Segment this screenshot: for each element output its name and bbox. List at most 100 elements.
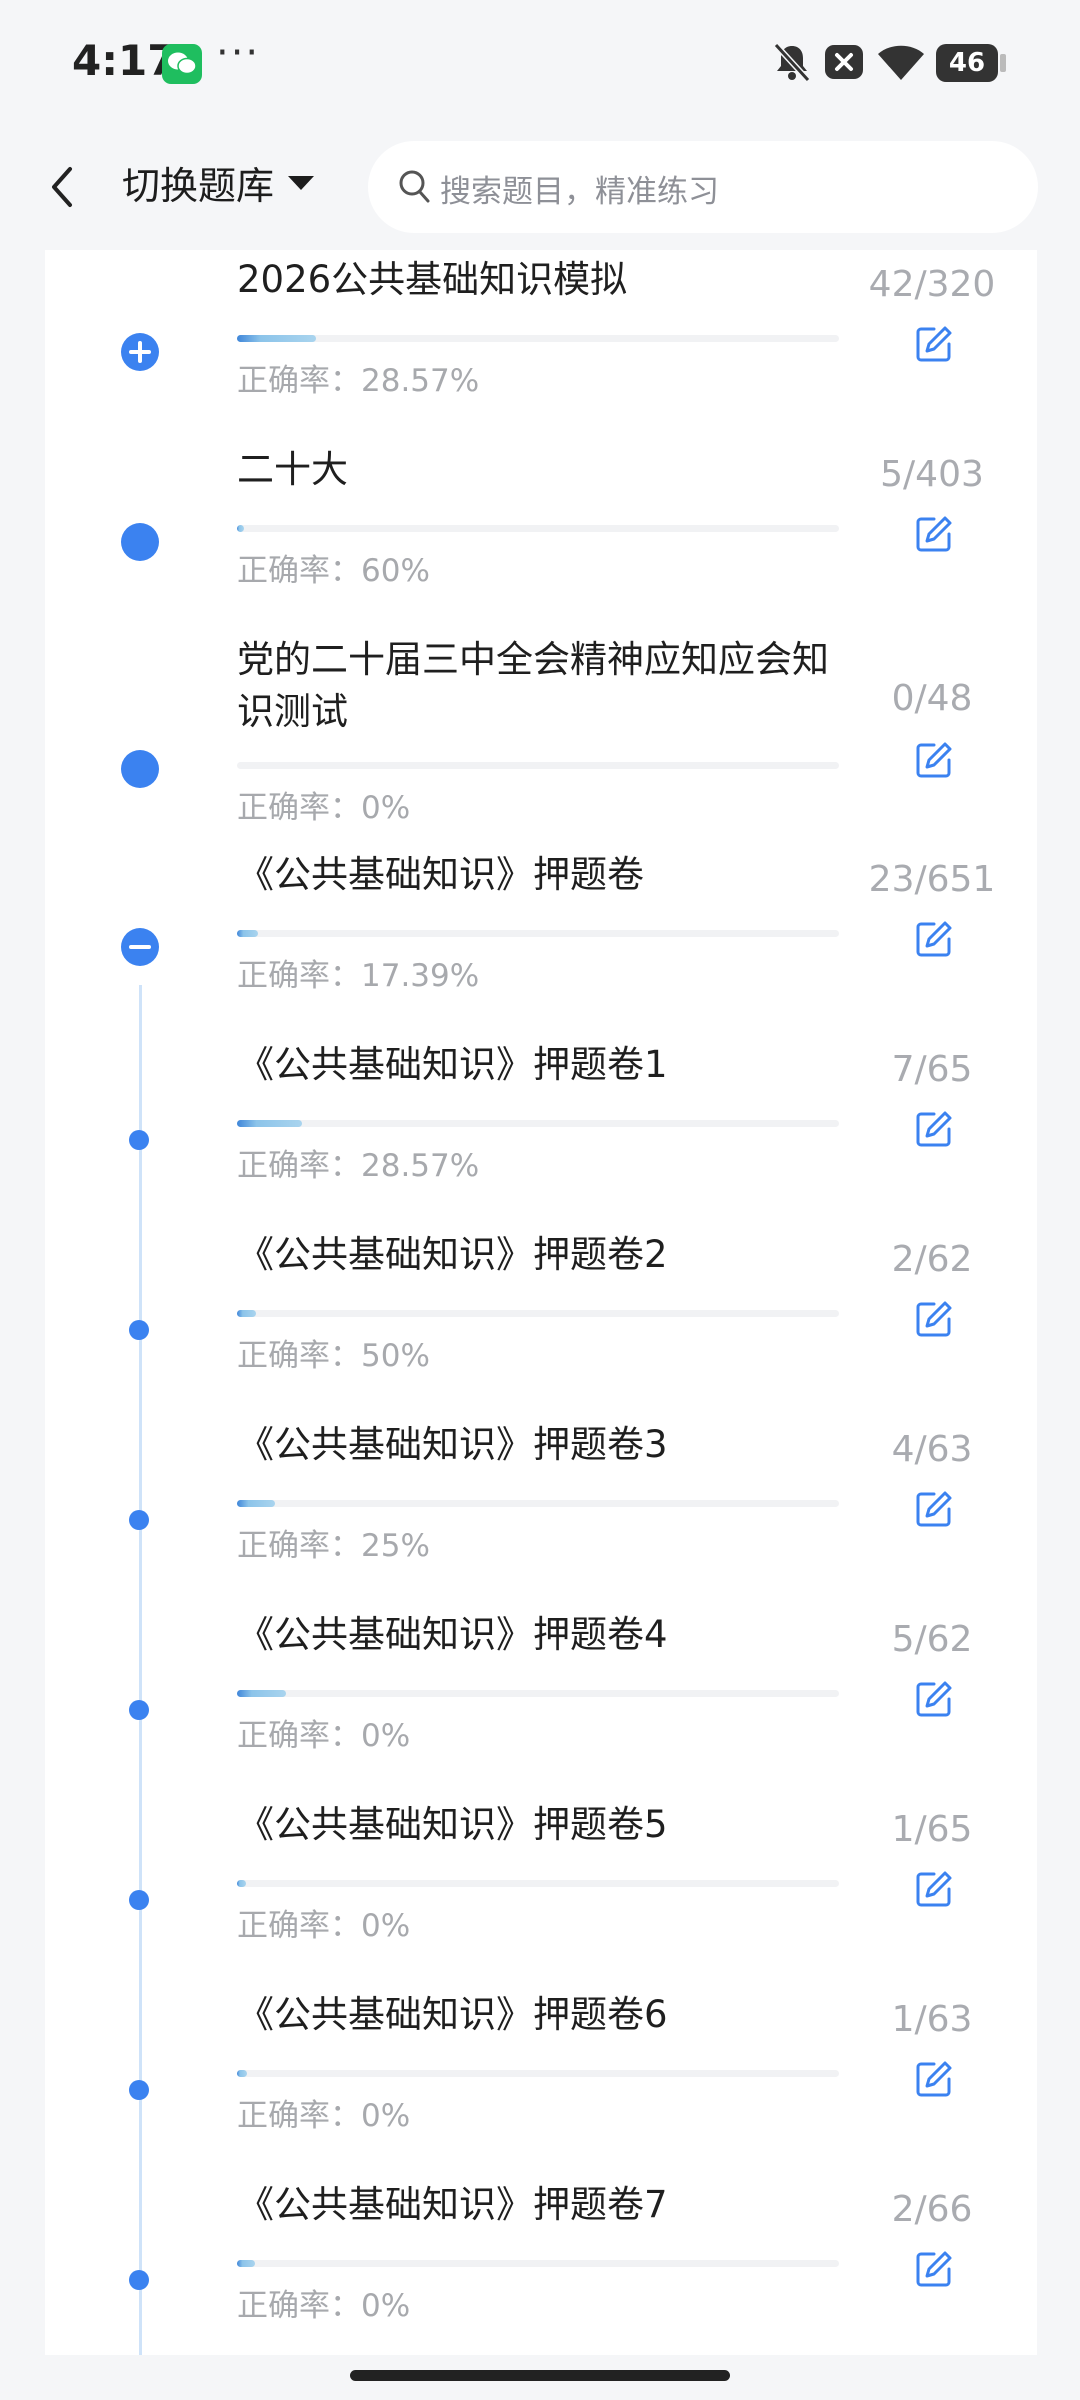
edit-practice-icon[interactable] xyxy=(914,1679,954,1719)
progress-fill xyxy=(237,1120,303,1127)
expand-plus-icon[interactable] xyxy=(121,333,159,371)
item-title: 《公共基础知识》押题卷3 xyxy=(237,1423,668,1466)
accuracy-text: 正确率：60% xyxy=(237,553,430,589)
item-title: 《公共基础知识》押题卷6 xyxy=(237,1993,668,2036)
progress-fill xyxy=(237,1690,286,1697)
progress-count: 23/651 xyxy=(868,859,996,900)
edit-practice-icon[interactable] xyxy=(914,1489,954,1529)
progress-count: 0/48 xyxy=(891,678,973,719)
timeline-dot xyxy=(121,523,159,561)
caret-down-icon[interactable] xyxy=(288,176,314,190)
list-item[interactable]: 《公共基础知识》押题卷正确率：17.39% 23/651 xyxy=(45,845,1037,1035)
progress-bar xyxy=(237,1500,839,1507)
accuracy-text: 正确率：17.39% xyxy=(237,958,480,994)
list-item[interactable]: 《公共基础知识》押题卷4 正确率：0% 5/62 xyxy=(45,1605,1037,1795)
progress-bar xyxy=(237,762,839,769)
wifi-icon xyxy=(876,40,926,88)
progress-fill xyxy=(237,1880,247,1887)
edit-practice-icon[interactable] xyxy=(914,324,954,364)
list-item[interactable]: 《公共基础知识》押题卷7 正确率：0% 2/66 xyxy=(45,2175,1037,2355)
progress-count: 4/63 xyxy=(891,1429,973,1470)
item-title: 《公共基础知识》押题卷1 xyxy=(237,1043,668,1086)
list-item[interactable]: 《公共基础知识》押题卷2 正确率：50% 2/62 xyxy=(45,1225,1037,1415)
item-title: 《公共基础知识》押题卷2 xyxy=(237,1233,668,1276)
search-placeholder: 搜索题目，精准练习 xyxy=(440,174,719,210)
edit-practice-icon[interactable] xyxy=(914,514,954,554)
progress-count: 2/66 xyxy=(891,2189,973,2230)
edit-practice-icon[interactable] xyxy=(914,1869,954,1909)
accuracy-text: 正确率：50% xyxy=(237,1338,430,1374)
progress-count: 1/63 xyxy=(891,1999,973,2040)
item-title: 党的二十届三中全会精神应知应会知识测试 xyxy=(237,638,829,733)
progress-fill xyxy=(237,2070,247,2077)
progress-count: 5/62 xyxy=(891,1619,973,1660)
progress-fill xyxy=(237,1310,257,1317)
item-title: 《公共基础知识》押题卷4 xyxy=(237,1613,668,1656)
item-title: 二十大 xyxy=(237,448,348,491)
accuracy-text: 正确率：0% xyxy=(237,2098,411,2134)
switch-bank-button[interactable]: 切换题库 xyxy=(122,155,274,210)
wechat-icon xyxy=(162,44,202,84)
progress-fill xyxy=(237,930,259,937)
edit-practice-icon[interactable] xyxy=(914,919,954,959)
more-notifications-dots: ··· xyxy=(216,30,261,76)
header: 切换题库 搜索题目，精准练习 xyxy=(0,125,1080,250)
edit-practice-icon[interactable] xyxy=(914,1109,954,1149)
question-bank-list: 2026公共基础知识模拟 正确率：28.57% 42/320 二十大 正确率：60% 5/… xyxy=(45,250,1037,2355)
accuracy-text: 正确率：28.57% xyxy=(237,1148,480,1184)
progress-count: 7/65 xyxy=(891,1049,973,1090)
list-item[interactable]: 《公共基础知识》押题卷5 正确率：0% 1/65 xyxy=(45,1795,1037,1985)
timeline-dot xyxy=(129,1130,149,1150)
progress-bar xyxy=(237,335,839,342)
progress-fill xyxy=(237,2260,256,2267)
list-item[interactable]: 《公共基础知识》押题卷3 正确率：25% 4/63 xyxy=(45,1415,1037,1605)
collapse-minus-icon[interactable] xyxy=(121,928,159,966)
progress-fill xyxy=(237,1500,275,1507)
progress-bar xyxy=(237,1310,839,1317)
progress-count: 5/403 xyxy=(880,454,984,495)
edit-practice-icon[interactable] xyxy=(914,740,954,780)
progress-fill xyxy=(237,525,245,532)
list-item[interactable]: 党的二十届三中全会精神应知应会知识测试 正确率：0% 0/48 xyxy=(45,630,1037,826)
search-input[interactable]: 搜索题目，精准练习 xyxy=(368,141,1038,233)
progress-fill xyxy=(237,335,316,342)
timeline-dot xyxy=(129,1510,149,1530)
progress-count: 1/65 xyxy=(891,1809,973,1850)
progress-bar xyxy=(237,525,839,532)
progress-count: 42/320 xyxy=(868,264,996,305)
item-title: 2026公共基础知识模拟 xyxy=(237,258,628,301)
timeline-dot xyxy=(129,1890,149,1910)
list-item[interactable]: 二十大正确率：60% 5/403 xyxy=(45,440,1037,630)
list-item[interactable]: 《公共基础知识》押题卷1 正确率：28.57% 7/65 xyxy=(45,1035,1037,1225)
timeline-dot xyxy=(129,1700,149,1720)
close-badge-icon xyxy=(822,40,866,88)
item-title: 《公共基础知识》押题卷7 xyxy=(237,2183,668,2226)
status-time: 4:17 xyxy=(72,36,177,85)
timeline-dot xyxy=(121,750,159,788)
item-title: 《公共基础知识》押题卷5 xyxy=(237,1803,668,1846)
progress-bar xyxy=(237,1690,839,1697)
progress-bar xyxy=(237,2070,839,2077)
timeline-dot xyxy=(129,1320,149,1340)
edit-practice-icon[interactable] xyxy=(914,2059,954,2099)
edit-practice-icon[interactable] xyxy=(914,1299,954,1339)
search-icon xyxy=(399,170,430,203)
chevron-left-icon[interactable] xyxy=(42,157,82,217)
accuracy-text: 正确率：25% xyxy=(237,1528,430,1564)
progress-bar xyxy=(237,1120,839,1127)
item-title: 《公共基础知识》押题卷 xyxy=(237,853,644,896)
progress-bar xyxy=(237,930,839,937)
list-item[interactable]: 2026公共基础知识模拟 正确率：28.57% 42/320 xyxy=(45,250,1037,440)
list-item[interactable]: 《公共基础知识》押题卷6 正确率：0% 1/63 xyxy=(45,1985,1037,2175)
home-indicator[interactable] xyxy=(350,2370,730,2381)
bell-off-icon xyxy=(770,40,814,88)
progress-count: 2/62 xyxy=(891,1239,973,1280)
timeline-dot xyxy=(129,2270,149,2290)
progress-bar xyxy=(237,1880,839,1887)
accuracy-text: 正确率：0% xyxy=(237,1908,411,1944)
progress-bar xyxy=(237,2260,839,2267)
battery-tip xyxy=(1000,54,1006,72)
edit-practice-icon[interactable] xyxy=(914,2249,954,2289)
battery-icon: 46 xyxy=(936,44,998,82)
accuracy-text: 正确率：0% xyxy=(237,2288,411,2324)
